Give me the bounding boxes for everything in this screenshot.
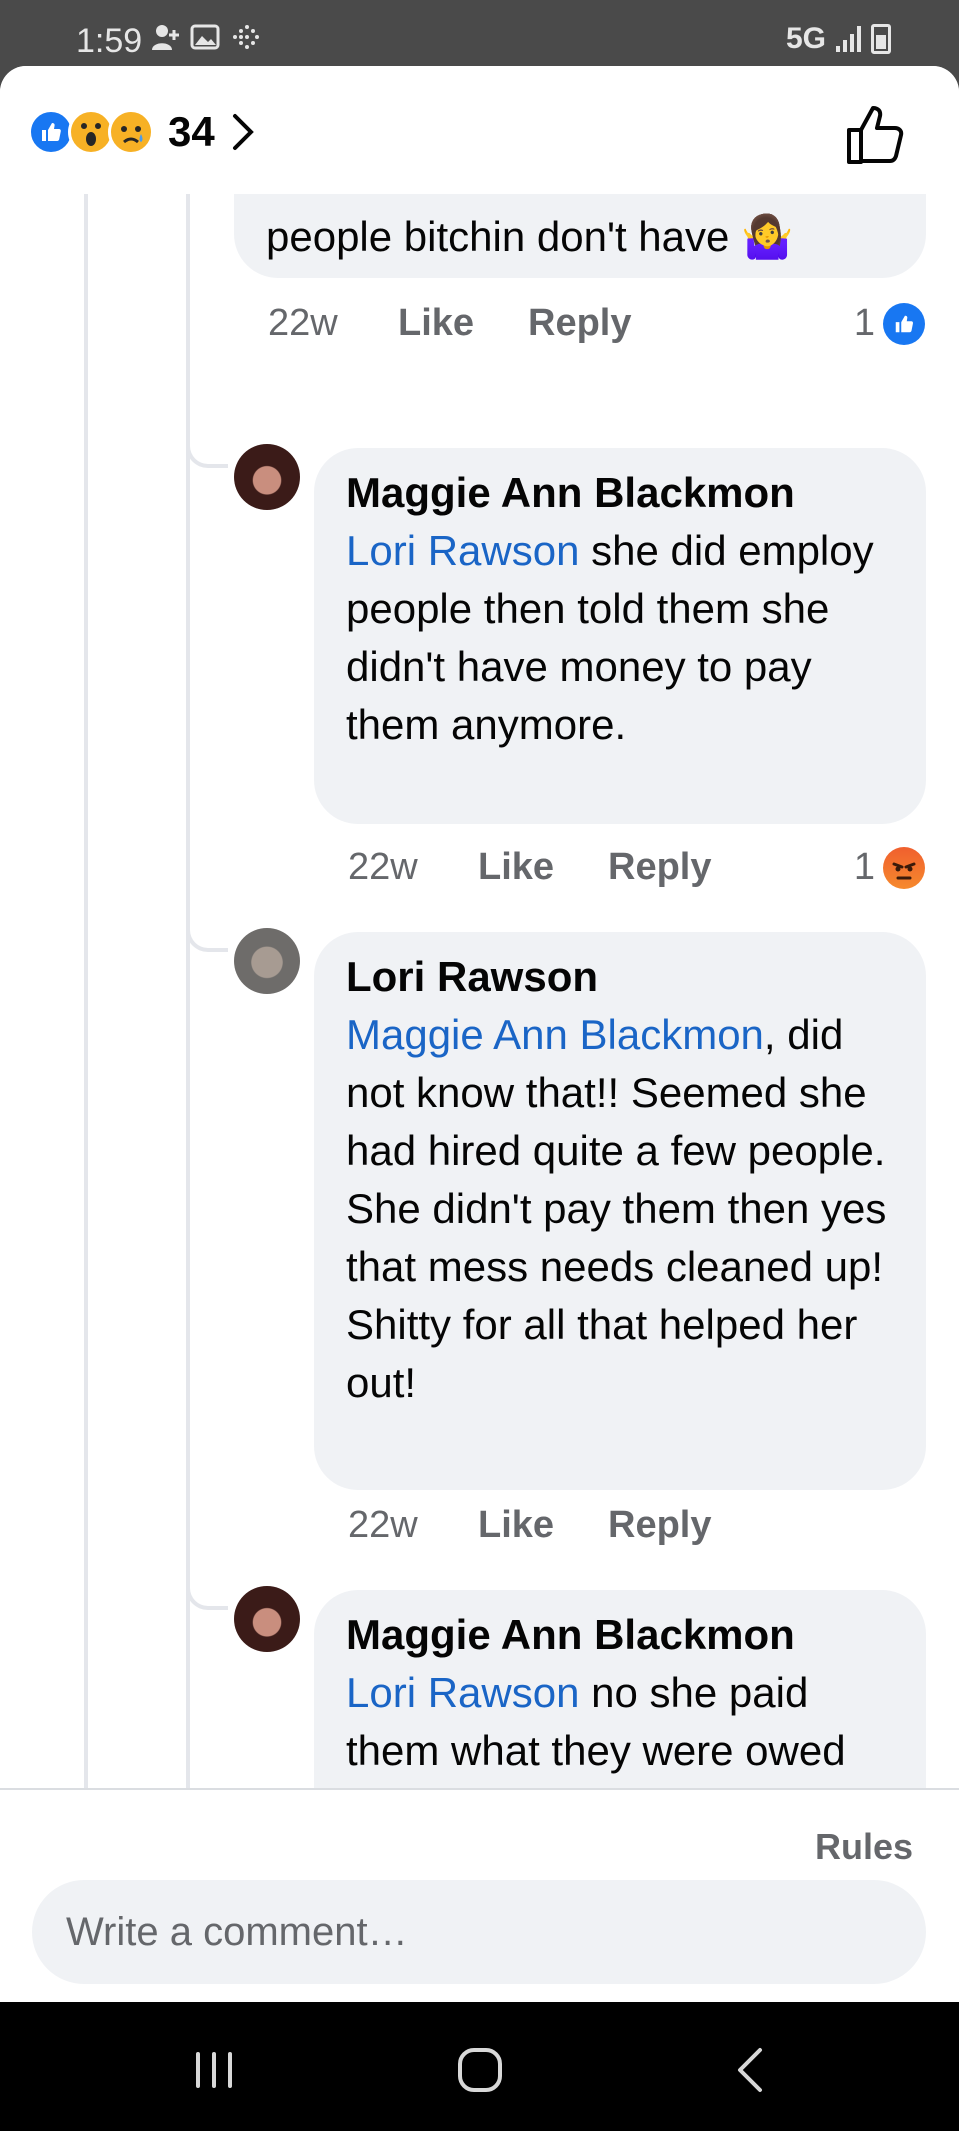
recent-apps-icon[interactable]	[184, 2040, 244, 2100]
dots-grid-icon	[230, 22, 260, 52]
comment-mention[interactable]: Lori Rawson	[346, 527, 579, 574]
avatar[interactable]	[234, 928, 300, 994]
battery-icon	[871, 24, 891, 54]
comment-actions: 22w Like Reply	[348, 846, 711, 889]
comment-time[interactable]: 22w	[268, 302, 398, 345]
comment-footer: Rules	[0, 1788, 959, 2002]
comment-bubble: Lori Rawson Maggie Ann Blackmon, did not…	[314, 932, 926, 1490]
thread-line-outer	[84, 194, 88, 1788]
comment-reaction-count[interactable]: 1	[854, 302, 925, 345]
status-right: 5G	[786, 22, 891, 56]
status-time: 1:59	[76, 22, 143, 60]
status-bar: 1:59 5G	[0, 0, 959, 66]
comment-time[interactable]: 22w	[348, 1504, 478, 1547]
reply-button[interactable]: Reply	[608, 846, 711, 889]
comment-bubble: people bitchin don't have 🤷‍♀️	[234, 194, 926, 278]
comment-text: people bitchin don't have	[266, 213, 730, 260]
comment-time[interactable]: 22w	[348, 846, 478, 889]
sheet-header: 34	[0, 66, 959, 194]
avatar[interactable]	[234, 1586, 300, 1652]
comments-list: people bitchin don't have 🤷‍♀️ 22w Like …	[0, 194, 959, 1788]
comment-actions: 22w Like Reply	[268, 302, 631, 345]
comment-actions: 22w Like Reply	[348, 1504, 711, 1547]
comment-author[interactable]: Maggie Ann Blackmon	[346, 1606, 894, 1664]
reaction-count-number: 1	[853, 302, 875, 344]
reply-button[interactable]: Reply	[608, 1504, 711, 1547]
reaction-summary[interactable]: 34	[28, 108, 255, 156]
comment-input[interactable]	[32, 1880, 926, 1984]
chevron-right-icon	[232, 114, 254, 150]
angry-reaction-icon	[883, 846, 925, 889]
thread-branch	[186, 1580, 228, 1610]
comment-text: , did not know that!! Seemed she had hir…	[346, 1011, 887, 1406]
like-button[interactable]: Like	[478, 1504, 608, 1547]
comment-bubble: Maggie Ann Blackmon Lori Rawson no she p…	[314, 1590, 926, 1788]
network-type: 5G	[785, 22, 826, 55]
thread-branch	[186, 438, 228, 468]
system-nav-bar	[0, 2002, 959, 2131]
comment-mention[interactable]: Lori Rawson	[346, 1669, 579, 1716]
reply-button[interactable]: Reply	[528, 302, 631, 345]
home-icon[interactable]	[450, 2040, 510, 2100]
like-reaction-icon	[883, 302, 925, 345]
person-add-icon	[150, 22, 180, 52]
avatar[interactable]	[234, 444, 300, 510]
sad-reaction-icon	[108, 109, 154, 155]
image-icon	[190, 22, 220, 52]
thumbs-up-icon[interactable]	[843, 102, 909, 168]
like-button[interactable]: Like	[398, 302, 528, 345]
comment-author[interactable]: Lori Rawson	[346, 948, 894, 1006]
like-button[interactable]: Like	[478, 846, 608, 889]
comment-bubble: Maggie Ann Blackmon Lori Rawson she did …	[314, 448, 926, 824]
reaction-count-number: 1	[853, 846, 875, 888]
thread-branch	[186, 922, 228, 952]
signal-icon	[836, 26, 861, 52]
shrug-emoji: 🤷‍♀️	[741, 213, 794, 260]
status-notification-icons	[150, 22, 260, 52]
thread-line-inner	[186, 194, 190, 1788]
reaction-count: 34	[168, 108, 215, 155]
comment-author[interactable]: Maggie Ann Blackmon	[346, 464, 894, 522]
back-icon[interactable]	[722, 2040, 782, 2100]
rules-link[interactable]: Rules	[815, 1826, 913, 1868]
comment-mention[interactable]: Maggie Ann Blackmon	[346, 1011, 764, 1058]
comment-reaction-count[interactable]: 1	[854, 846, 925, 889]
comments-sheet: 34 people bitchin don't have 🤷‍♀️ 22w Li…	[0, 66, 959, 2002]
